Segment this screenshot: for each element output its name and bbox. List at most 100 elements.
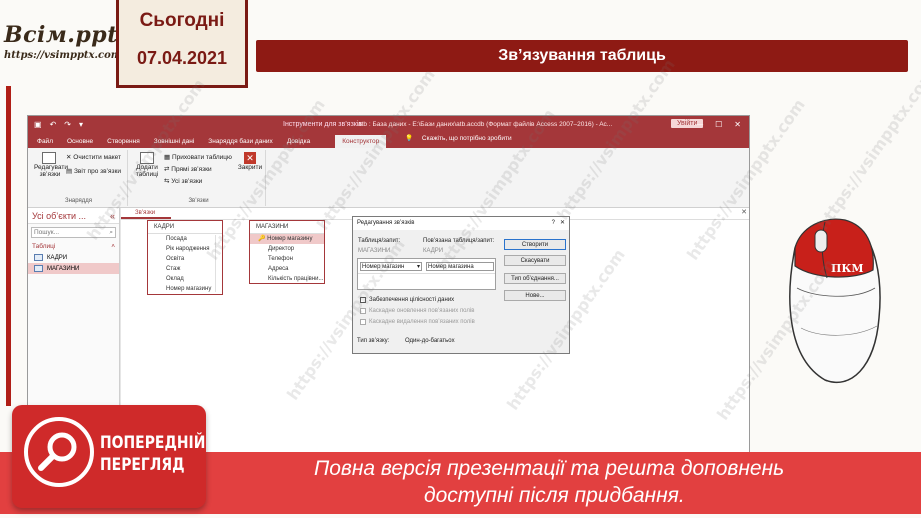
banner-line-1: Повна версія презентації та решта доповн… [314,457,785,480]
tab-help[interactable]: Довідка [280,138,317,148]
mouse-illustration: ПКМ [789,218,881,384]
relationship-type-label: Тип зв’язку: [357,338,390,344]
logo: Всім.pptx https://vsimpptx.com [4,22,132,78]
clear-layout-label: Очистити макет [73,154,121,161]
chevron-down-icon: ▾ [416,264,420,270]
cascade-delete-checkbox[interactable]: Каскадне видалення пов’язаних полів [360,319,475,325]
create-button[interactable]: Створити [504,239,566,250]
tab-external-data[interactable]: Зовнішні дані [147,138,202,148]
nav-item-magazyny[interactable]: МАГАЗИНИ [28,263,119,274]
tab-relationships[interactable]: Зв’язки [121,208,171,219]
cascade-delete-label: Каскадне видалення пов’язаних полів [369,319,475,325]
preview-line-2: ПЕРЕГЛЯД [100,455,185,475]
new-button[interactable]: Нове... [504,290,566,301]
save-icon[interactable]: ▣ [34,120,42,129]
edit-relationships-icon [42,152,56,164]
relationships-group-label: Зв’язки [188,198,209,204]
dialog-title: Редагування зв’язків [357,220,415,226]
relationship-report-button[interactable]: ▤ Звіт про зв’язки [66,167,121,175]
tab-home[interactable]: Основне [60,138,100,148]
close-icon[interactable]: ✕ [734,116,741,133]
cascade-update-checkbox[interactable]: Каскадне оновлення пов’язаних полів [360,308,474,314]
checkbox-box [360,308,366,314]
field-row[interactable]: Номер магазину [148,284,222,294]
add-tables-label: Додати таблиці [135,164,159,178]
undo-icon[interactable]: ↶ [50,120,57,129]
tab-file[interactable]: Файл [30,138,60,148]
hide-table-label: Приховати таблицю [171,154,232,161]
table-kadry-title: КАДРИ [148,221,222,234]
minimize-icon[interactable]: — [695,116,703,133]
customize-icon[interactable]: ▾ [79,120,83,129]
tab-database-tools[interactable]: Знаряддя бази даних [201,138,280,148]
field-row[interactable]: Адреса [250,264,324,274]
help-icon[interactable]: ? [552,220,555,226]
hide-table-button[interactable]: ▦ Приховати таблицю [164,153,232,161]
field-row[interactable]: Телефон [250,254,324,264]
relationship-report-label: Звіт про зв’язки [73,168,121,175]
preview-badge[interactable]: ПОПЕРЕДНІЙ ПЕРЕГЛЯД [12,405,206,508]
all-relationships-button[interactable]: ⇆ Усі зв’язки [164,177,202,185]
field-row[interactable]: Оклад [148,274,222,284]
right-field-select[interactable]: Номер магазина [426,262,494,271]
magnifier-icon [24,417,94,487]
table-icon [34,265,43,272]
field-row[interactable]: Рік народження [148,244,222,254]
edit-relationships-label: Редагувати зв’язки [34,164,69,178]
nav-collapse-icon[interactable]: « [110,211,115,221]
integrity-label: Забезпечення цілісності даних [369,297,455,303]
dialog-close-icon[interactable]: ✕ [560,220,565,226]
nav-section-tables[interactable]: Таблиці ˄ [28,241,119,252]
close-label: Закрити [237,164,263,171]
banner-line-2: доступні після придбання. [424,484,685,507]
ribbon-tabs: Файл Основне Створення Зовнішні дані Зна… [28,133,749,148]
add-tables-button[interactable]: Додати таблиці [134,152,160,178]
slide: Всім.pptx https://vsimpptx.com Сьогодні … [0,0,921,518]
tools-group-label: Знаряддя [64,198,93,204]
related-table-value: КАДРИ [423,248,444,254]
quick-access-toolbar: ▣ ↶ ↷ ▾ [34,120,214,129]
maximize-icon[interactable]: ☐ [715,116,722,133]
nav-header[interactable]: Усі об’єкти ... « [28,208,119,224]
join-type-button[interactable]: Тип об’єднання... [504,273,566,284]
tools-group: Редагувати зв’язки ✕ Очистити макет ▤ Зв… [30,150,128,206]
search-icon: ⌕ [109,228,113,236]
checkbox-box [360,319,366,325]
close-document-icon[interactable]: ✕ [741,208,747,216]
left-field-select[interactable]: Номер магазин ▾ [360,262,422,271]
integrity-checkbox[interactable]: Забезпечення цілісності даних [360,297,454,303]
context-tools-label: Інструменти для зв’язків [283,121,363,128]
table-magazyny-title: МАГАЗИНИ [250,221,324,234]
table-magazyny[interactable]: МАГАЗИНИ 🔑 Номер магазину Директор Телеф… [249,220,325,284]
table-kadry[interactable]: КАДРИ Посада Рік народження Освіта Стаж … [147,220,223,295]
accent-stripe [6,86,11,406]
tab-create[interactable]: Створення [100,138,147,148]
direct-relationships-label: Прямі зв’язки [171,166,212,173]
today-label: Сьогодні [139,10,225,31]
redo-icon[interactable]: ↷ [64,120,71,129]
relationships-group: Додати таблиці ▦ Приховати таблицю ⇄ Пря… [132,150,266,206]
field-row[interactable]: Освіта [148,254,222,264]
field-row[interactable]: Посада [148,234,222,244]
field-row[interactable]: Кількість працівни... [250,274,324,284]
direct-relationships-button[interactable]: ⇄ Прямі зв’язки [164,165,212,173]
edit-relationships-button[interactable]: Редагувати зв’язки [34,152,69,178]
nav-header-label: Усі об’єкти ... [32,210,87,221]
tell-me-text: Скажіть, що потрібно зробити [421,135,512,142]
section-collapse-icon: ˄ [111,243,115,250]
table-value: МАГАЗИНИ [358,248,391,254]
relationship-type-value: Один-до-багатьох [405,338,455,344]
nav-search-input[interactable]: Пошук... ⌕ [31,227,116,238]
cancel-button[interactable]: Скасувати [504,255,566,266]
field-grid[interactable]: Номер магазин ▾ Номер магазина [357,258,496,290]
field-row-key[interactable]: 🔑 Номер магазину [250,234,324,244]
tell-me-box[interactable]: 💡 Скажіть, що потрібно зробити [398,134,526,145]
logo-name: Всім.pptx [4,22,132,48]
scrollbar[interactable] [215,235,221,292]
close-relationships-button[interactable]: ✕ Закрити [236,152,264,171]
tab-design[interactable]: Конструктор [335,135,387,148]
clear-layout-button[interactable]: ✕ Очистити макет [66,153,121,161]
nav-item-kadry[interactable]: КАДРИ [28,252,119,263]
field-row[interactable]: Стаж [148,264,222,274]
field-row[interactable]: Директор [250,244,324,254]
